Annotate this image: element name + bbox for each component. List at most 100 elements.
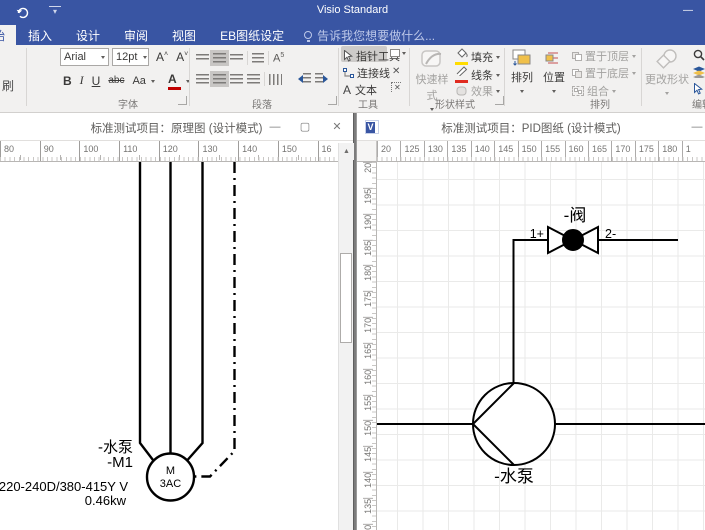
font-group-label: 字体	[118, 96, 138, 111]
font-name-combo[interactable]: Arial	[60, 48, 109, 66]
ruler-label: 1	[682, 141, 705, 162]
motor-circle	[147, 454, 194, 501]
position-button[interactable]: 位置	[540, 49, 568, 95]
bring-to-front-button[interactable]: 置于顶层	[572, 48, 636, 64]
font-dialog-launcher[interactable]	[178, 96, 187, 105]
align-top-icon[interactable]	[196, 54, 209, 62]
group-divider	[504, 48, 505, 106]
connection-point-tool-icon[interactable]: ✕	[391, 82, 401, 92]
bullets-icon[interactable]	[252, 53, 264, 63]
character-spacing-icon[interactable]: A5	[273, 52, 284, 65]
change-case-button[interactable]: Aa	[129, 74, 148, 88]
tab-insert[interactable]: 插入	[16, 25, 64, 45]
align-right-icon[interactable]	[230, 74, 243, 84]
ruler-label: 20	[377, 141, 400, 162]
wire-l1	[140, 162, 153, 460]
pid-canvas[interactable]: -阀 1+ 2- -水泵	[377, 162, 705, 530]
fill-bucket-icon	[455, 48, 468, 65]
increase-indent-icon[interactable]	[315, 73, 332, 86]
window-minimize-button[interactable]: —	[261, 113, 289, 141]
schematic-drawing: M 3AC -水泵 -M1 220-240D/380-415Y V 0.46kw	[0, 162, 339, 530]
ruler-corner-box	[357, 141, 377, 162]
tools-group-label: 工具	[358, 96, 378, 111]
ruler-label: 150	[518, 141, 541, 162]
ruler-label: 150	[363, 420, 373, 446]
rectangle-icon	[390, 49, 400, 57]
app-title: Visio Standard	[0, 4, 705, 16]
lightbulb-icon	[304, 31, 312, 39]
chevron-down-icon	[612, 90, 616, 95]
tab-home-active[interactable]: 始	[0, 25, 16, 45]
schematic-window-titlebar[interactable]: 标准测试项目：原理图 (设计模式) — ▢ ✕	[0, 113, 353, 141]
ruler-label: 170	[363, 317, 373, 343]
group-divider	[641, 48, 642, 106]
tab-design[interactable]: 设计	[64, 25, 112, 45]
tell-me-box[interactable]: 告诉我您想要做什么...	[296, 25, 435, 45]
group-shapes-icon	[572, 86, 584, 96]
font-color-swatch	[168, 87, 181, 90]
justify-icon[interactable]	[247, 74, 260, 84]
align-bottom-icon[interactable]	[230, 54, 243, 62]
ruler-label: 145	[494, 141, 517, 162]
schematic-canvas[interactable]: M 3AC -水泵 -M1 220-240D/380-415Y V 0.46kw	[0, 162, 339, 530]
app-minimize-button[interactable]: —	[679, 2, 697, 20]
send-to-back-button[interactable]: 置于底层	[572, 65, 636, 81]
strikethrough-button[interactable]: abc	[105, 74, 127, 87]
send-back-icon	[572, 67, 582, 79]
quick-styles-icon	[420, 49, 444, 69]
pump-circle	[473, 383, 555, 465]
layers-button[interactable]	[692, 66, 705, 81]
fill-button[interactable]: 填充	[455, 48, 500, 65]
format-painter-partial[interactable]: 刷	[2, 77, 14, 94]
window-maximize-button[interactable]: ▢	[291, 113, 319, 141]
motor-letter: M	[166, 465, 175, 477]
scrollbar-thumb[interactable]	[340, 253, 352, 343]
ruler-label: 195	[363, 188, 373, 214]
valve-port2-label: 2-	[605, 227, 616, 241]
font-color-button[interactable]: A	[165, 71, 184, 90]
wire-pe-dashdot	[194, 162, 235, 477]
connection-point-x-icon[interactable]: ✕	[392, 66, 400, 77]
rectangle-tool-button[interactable]	[390, 49, 406, 57]
text-direction-icon[interactable]	[269, 74, 282, 85]
decrease-indent-icon[interactable]	[294, 73, 311, 86]
ruler-label: 175	[635, 141, 658, 162]
pump-tag-label: -水泵	[494, 467, 534, 486]
connector-icon	[343, 68, 354, 79]
paragraph-dialog-launcher[interactable]	[328, 96, 337, 105]
chevron-down-icon	[496, 74, 500, 79]
pid-window-titlebar[interactable]: V 标准测试项目：PID图纸 (设计模式) —	[357, 113, 705, 141]
ruler-label: 150	[278, 141, 318, 162]
vertical-scrollbar[interactable]: ▲	[338, 143, 353, 530]
window-minimize-button[interactable]: —	[683, 113, 705, 141]
ruler-label: 140	[238, 141, 278, 162]
tab-view[interactable]: 视图	[160, 25, 208, 45]
pid-drawing: -阀 1+ 2- -水泵	[377, 162, 705, 530]
window-close-button[interactable]: ✕	[323, 113, 351, 141]
connector-tool-button[interactable]: 连接线	[343, 65, 390, 81]
find-button[interactable]	[692, 49, 705, 65]
chevron-down-icon	[402, 52, 406, 57]
align-center-icon[interactable]	[213, 74, 226, 84]
motor-type: 3AC	[160, 478, 181, 490]
underline-button[interactable]: U	[89, 73, 104, 89]
align-left-icon[interactable]	[196, 74, 209, 84]
wire-l3	[188, 162, 203, 460]
grow-font-button[interactable]: A˄	[153, 49, 171, 65]
tab-eb-sheet-settings[interactable]: EB图纸设定	[208, 25, 296, 45]
font-size-combo[interactable]: 12pt	[112, 48, 149, 66]
bold-button[interactable]: B	[60, 73, 75, 89]
chevron-down-icon	[552, 90, 556, 95]
italic-button[interactable]: I	[77, 72, 87, 89]
select-cursor-icon	[693, 83, 703, 95]
shape-styles-dialog-launcher[interactable]	[495, 96, 504, 105]
chevron-down-icon	[151, 80, 155, 85]
line-button[interactable]: 线条	[455, 66, 500, 83]
change-shape-button[interactable]: 更改形状	[645, 49, 689, 97]
ruler-label: 130	[424, 141, 447, 162]
tab-review[interactable]: 审阅	[112, 25, 160, 45]
scroll-up-arrow[interactable]: ▲	[339, 143, 354, 160]
arrange-button[interactable]: 排列	[508, 49, 536, 95]
ruler-label: 16	[318, 141, 340, 162]
align-middle-icon[interactable]	[213, 53, 226, 63]
